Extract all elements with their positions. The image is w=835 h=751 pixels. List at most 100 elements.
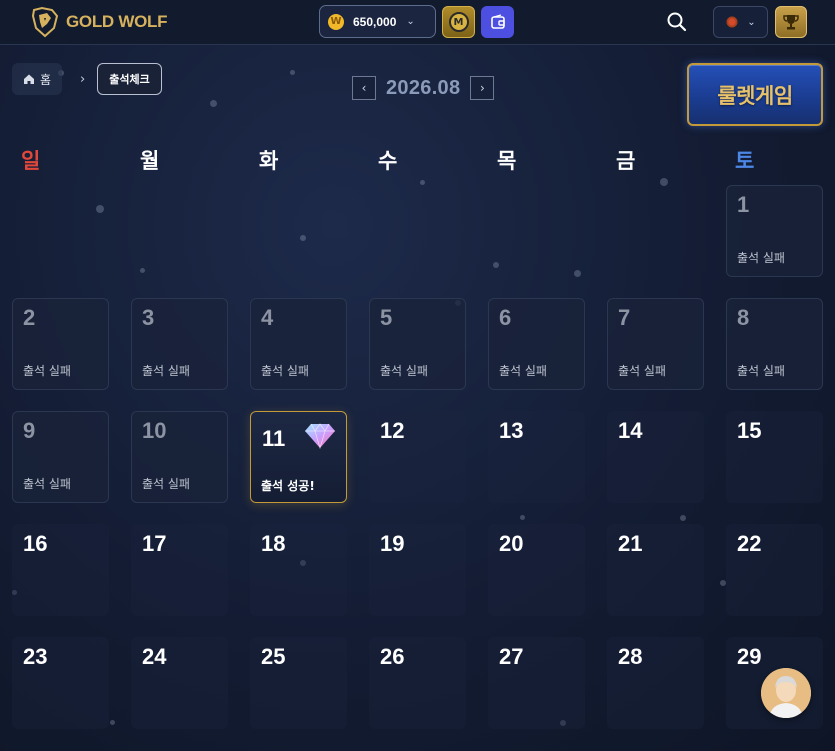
calendar-day-11[interactable]: 11 출석 성공! <box>250 411 347 503</box>
day-number: 12 <box>380 418 405 443</box>
calendar-day-5[interactable]: 5 출석 실패 <box>369 298 466 390</box>
day-number: 17 <box>142 531 167 556</box>
weekday-fri: 금 <box>616 149 636 173</box>
day-number: 4 <box>261 305 274 330</box>
breadcrumb-current[interactable]: 출석체크 <box>97 63 162 95</box>
weekday-sun: 일 <box>21 149 41 173</box>
breadcrumb-home[interactable]: 홈 <box>12 63 63 95</box>
day-number: 16 <box>23 531 48 556</box>
calendar-day-15[interactable]: 15 <box>726 411 823 503</box>
attendance-fail-label: 출석 실패 <box>499 364 547 378</box>
calendar-day-19[interactable]: 19 <box>369 524 466 616</box>
brand-logo[interactable]: GOLD WOLF <box>30 5 167 39</box>
next-month-button[interactable]: › <box>470 76 495 100</box>
day-number: 13 <box>499 418 524 443</box>
calendar-day-18[interactable]: 18 <box>250 524 347 616</box>
calendar-day-27[interactable]: 27 <box>488 637 585 729</box>
day-number: 10 <box>142 418 167 443</box>
day-number: 27 <box>499 644 524 669</box>
attendance-fail-label: 출석 실패 <box>737 364 785 378</box>
roulette-game-button[interactable]: 룰렛게임 <box>687 63 823 126</box>
chevron-right-icon: › <box>80 71 86 87</box>
attendance-fail-label: 출석 실패 <box>142 477 190 491</box>
trophy-button[interactable] <box>775 6 807 38</box>
trophy-icon <box>783 15 799 30</box>
calendar-day-12[interactable]: 12 <box>369 411 466 503</box>
attendance-fail-label: 출석 실패 <box>261 364 309 378</box>
attendance-success-label: 출석 성공! <box>261 479 315 493</box>
day-number: 26 <box>380 644 405 669</box>
calendar-day-2[interactable]: 2 출석 실패 <box>12 298 109 390</box>
day-number: 1 <box>737 192 750 217</box>
calendar-day-14[interactable]: 14 <box>607 411 704 503</box>
calendar-day-4[interactable]: 4 출석 실패 <box>250 298 347 390</box>
day-number: 18 <box>261 531 286 556</box>
m-coin-icon: M <box>448 12 469 32</box>
language-selector[interactable]: ⌄ <box>713 6 768 38</box>
day-number: 9 <box>23 418 36 443</box>
search-icon <box>667 12 687 32</box>
current-month: 2026.08 <box>386 76 461 99</box>
chevron-left-icon: ‹ <box>361 81 367 95</box>
day-number: 28 <box>618 644 643 669</box>
attendance-fail-label: 출석 실패 <box>23 477 71 491</box>
weekday-mon: 월 <box>140 149 160 173</box>
attendance-fail-label: 출석 실패 <box>142 364 190 378</box>
day-number: 19 <box>380 531 405 556</box>
day-number: 23 <box>23 644 48 669</box>
day-number: 24 <box>142 644 167 669</box>
breadcrumb-home-label: 홈 <box>40 72 52 87</box>
day-number: 2 <box>23 305 36 330</box>
chevron-right-icon: › <box>480 81 485 95</box>
support-avatar-button[interactable] <box>761 668 811 718</box>
weekday-tue: 화 <box>259 149 279 173</box>
calendar-day-3[interactable]: 3 출석 실패 <box>131 298 228 390</box>
chevron-down-icon: ⌄ <box>406 16 415 27</box>
calendar-day-6[interactable]: 6 출석 실패 <box>488 298 585 390</box>
day-number: 6 <box>499 305 512 330</box>
calendar-day-26[interactable]: 26 <box>369 637 466 729</box>
calendar-day-9[interactable]: 9 출석 실패 <box>12 411 109 503</box>
language-flag-icon <box>725 16 740 28</box>
point-button[interactable]: M <box>442 6 475 38</box>
calendar-day-7[interactable]: 7 출석 실패 <box>607 298 704 390</box>
coin-icon: W <box>328 13 344 30</box>
calendar-day-22[interactable]: 22 <box>726 524 823 616</box>
day-number: 14 <box>618 418 643 443</box>
calendar-day-24[interactable]: 24 <box>131 637 228 729</box>
calendar-day-20[interactable]: 20 <box>488 524 585 616</box>
home-icon <box>24 74 34 84</box>
calendar-day-28[interactable]: 28 <box>607 637 704 729</box>
day-number: 20 <box>499 531 524 556</box>
diamond-icon <box>305 423 335 449</box>
day-number: 21 <box>618 531 643 556</box>
weekday-wed: 수 <box>378 149 398 173</box>
day-number: 5 <box>380 305 393 330</box>
month-navigator: ‹ 2026.08 › <box>352 75 495 101</box>
calendar-day-13[interactable]: 13 <box>488 411 585 503</box>
day-number: 7 <box>618 305 631 330</box>
calendar-day-10[interactable]: 10 출석 실패 <box>131 411 228 503</box>
calendar-day-17[interactable]: 17 <box>131 524 228 616</box>
day-number: 3 <box>142 305 155 330</box>
calendar-day-8[interactable]: 8 출석 실패 <box>726 298 823 390</box>
day-number: 29 <box>737 644 762 669</box>
calendar-day-16[interactable]: 16 <box>12 524 109 616</box>
prev-month-button[interactable]: ‹ <box>352 76 376 100</box>
top-bar: GOLD WOLF W 650,000 ⌄ M ⌄ <box>0 0 835 45</box>
calendar-day-1[interactable]: 1 출석 실패 <box>726 185 823 277</box>
balance-amount: 650,000 <box>353 14 397 29</box>
day-number: 22 <box>737 531 762 556</box>
wolf-logo-icon <box>31 6 59 38</box>
attendance-fail-label: 출석 실패 <box>23 364 71 378</box>
calendar-day-21[interactable]: 21 <box>607 524 704 616</box>
balance-dropdown[interactable]: W 650,000 ⌄ <box>319 5 436 38</box>
search-button[interactable] <box>666 11 688 33</box>
wallet-button[interactable] <box>481 6 514 38</box>
weekday-sat: 토 <box>735 149 755 173</box>
avatar-icon <box>761 668 811 718</box>
day-number: 25 <box>261 644 286 669</box>
breadcrumb: 홈 › 출석체크 <box>12 63 162 95</box>
calendar-day-23[interactable]: 23 <box>12 637 109 729</box>
calendar-day-25[interactable]: 25 <box>250 637 347 729</box>
